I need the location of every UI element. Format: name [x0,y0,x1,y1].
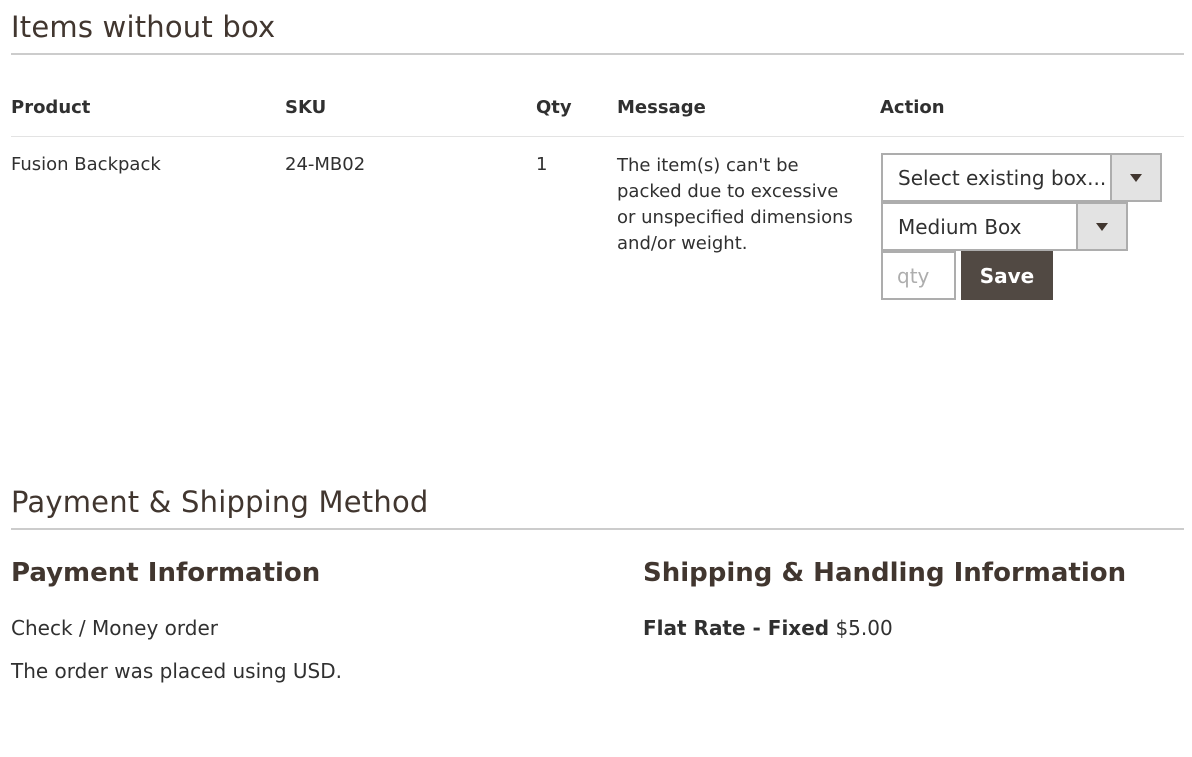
payment-shipping-title: Payment & Shipping Method [11,485,429,519]
section-divider [11,53,1184,55]
box-type-select-value: Medium Box [898,215,1022,239]
column-header-action: Action [880,97,945,118]
currency-note: The order was placed using USD. [11,659,342,683]
box-type-select-toggle[interactable] [1076,204,1126,249]
qty-input[interactable] [881,251,956,300]
section-divider [11,528,1184,530]
payment-method: Check / Money order [11,616,218,640]
column-header-qty: Qty [536,97,572,118]
column-header-message: Message [617,97,706,118]
existing-box-select-value: Select existing box... [898,166,1107,190]
shipping-method-label: Flat Rate - Fixed [643,616,830,640]
shipping-method: Flat Rate - Fixed $5.00 [643,616,893,640]
item-message: The item(s) can't be packed due to exces… [617,155,853,254]
product-qty: 1 [536,154,548,175]
product-sku: 24-MB02 [285,154,366,175]
chevron-down-icon [1096,223,1108,231]
chevron-down-icon [1130,174,1142,182]
column-header-product: Product [11,97,91,118]
items-without-box-title: Items without box [11,10,276,44]
existing-box-select[interactable]: Select existing box... [881,153,1162,202]
box-type-select[interactable]: Medium Box [881,202,1128,251]
save-button[interactable]: Save [961,251,1053,300]
payment-information-title: Payment Information [11,558,321,588]
product-name: Fusion Backpack [11,154,161,175]
shipping-price: $5.00 [835,616,893,640]
shipping-information-title: Shipping & Handling Information [643,558,1127,588]
existing-box-select-toggle[interactable] [1110,155,1160,200]
column-header-sku: SKU [285,97,327,118]
header-divider [11,136,1184,137]
